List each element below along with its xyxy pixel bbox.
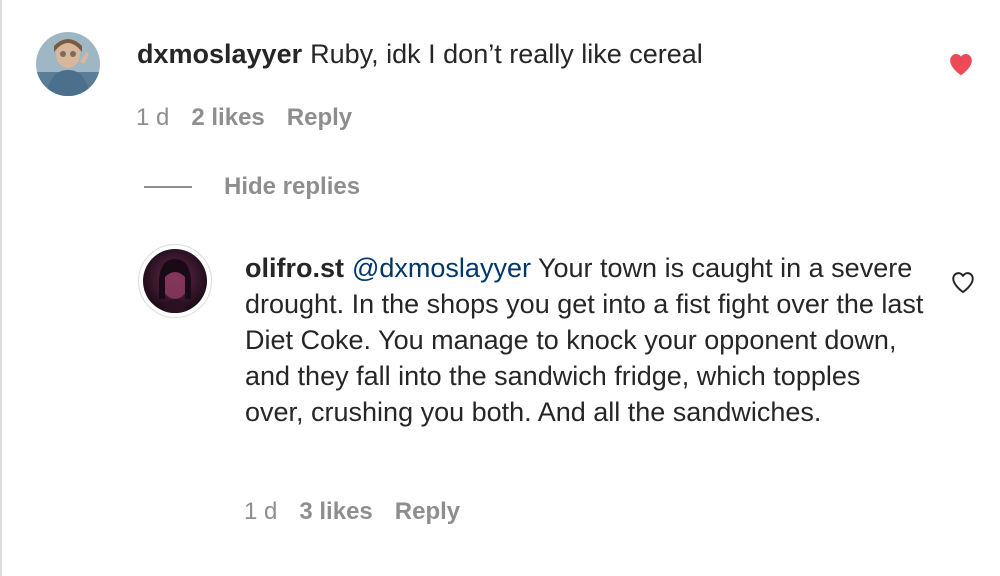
comment-likes[interactable]: 2 likes	[191, 104, 264, 132]
avatar[interactable]	[143, 249, 207, 313]
reply-username[interactable]: olifro.st	[245, 253, 344, 283]
heart-outline-icon[interactable]	[950, 270, 976, 294]
reply-likes[interactable]: 3 likes	[299, 498, 372, 526]
comment-time[interactable]: 1 d	[136, 104, 169, 132]
reply-mention[interactable]: @dxmoslayyer	[352, 253, 531, 283]
avatar[interactable]	[36, 32, 100, 96]
reply-text: olifro.st @dxmoslayyer Your town is caugh…	[245, 250, 925, 430]
reply-meta: 1 d 3 likes Reply	[244, 498, 482, 526]
comment-text: dxmoslayyer Ruby, idk I don’t really like…	[137, 36, 917, 72]
comment-message: Ruby, idk I don’t really like cereal	[310, 39, 703, 69]
comment-username[interactable]: dxmoslayyer	[137, 39, 302, 69]
comment-meta: 1 d 2 likes Reply	[136, 104, 374, 132]
reply-button[interactable]: Reply	[287, 104, 352, 132]
reply-reply-button[interactable]: Reply	[395, 498, 460, 526]
reply-time[interactable]: 1 d	[244, 498, 277, 526]
hide-replies-label: Hide replies	[224, 173, 361, 200]
hide-replies-button[interactable]: Hide replies	[144, 172, 360, 202]
heart-filled-icon[interactable]	[948, 52, 974, 76]
divider-line	[144, 186, 192, 188]
reply-message: Your town is caught in a severe drought.…	[245, 253, 924, 427]
